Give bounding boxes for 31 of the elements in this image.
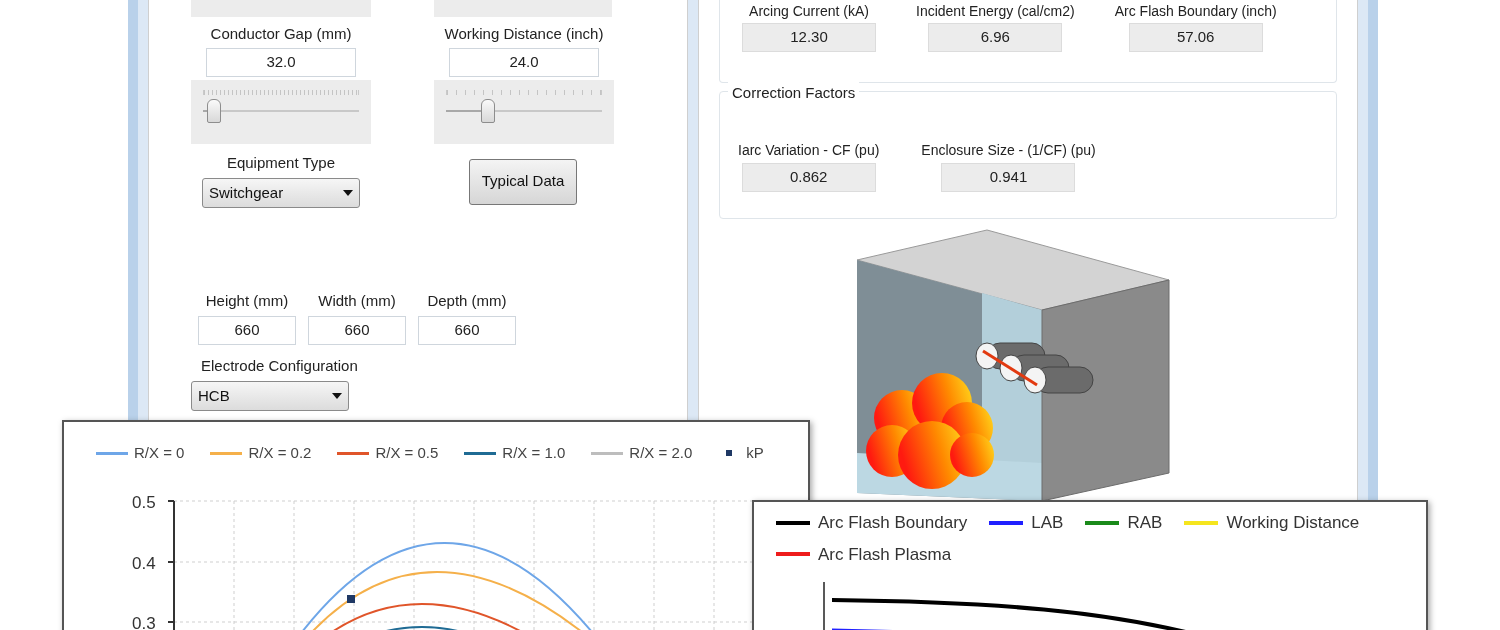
field-label: Depth (mm): [427, 291, 507, 311]
legend-label: LAB: [1031, 512, 1064, 534]
readout-field: 12.30: [742, 23, 876, 52]
legend-label: R/X = 1.0: [502, 443, 566, 463]
field-label: Electrode Configuration: [201, 355, 359, 376]
field-label: Iarc Variation - CF (pu): [738, 141, 880, 160]
readout-field: 6.96: [928, 23, 1063, 52]
field-label: Equipment Type: [226, 152, 336, 173]
field-label: Arcing Current (kA): [749, 2, 869, 21]
legend-label: kP: [746, 443, 764, 463]
legend-label: Arc Flash Plasma: [818, 543, 952, 566]
axis-tick-label: 0.5: [132, 492, 156, 514]
legend-label: Working Distance: [1226, 512, 1360, 534]
legend-label: R/X = 0.2: [248, 443, 312, 463]
axis-tick-label: 0.4: [132, 553, 156, 575]
readout-field: 57.06: [1128, 23, 1263, 52]
field-label: Width (mm): [318, 291, 396, 311]
readout-field: 0.862: [741, 163, 876, 192]
legend-label: R/X = 0: [134, 443, 185, 463]
legend-label: Arc Flash Boundary: [818, 512, 968, 534]
readout-field: 0.941: [941, 163, 1076, 192]
field-label: Arc Flash Boundary (inch): [1114, 2, 1277, 21]
field-label: Enclosure Size - (1/CF) (pu): [921, 141, 1096, 160]
field-label: Incident Energy (cal/cm2): [916, 2, 1075, 21]
legend-label: R/X = 2.0: [629, 443, 693, 463]
field-label: Working Distance (inch): [444, 24, 604, 44]
legend-label: R/X = 0.5: [375, 443, 439, 463]
field-label: Conductor Gap (mm): [210, 24, 352, 44]
axis-tick-label: 0.3: [132, 613, 156, 630]
legend-label: RAB: [1127, 512, 1163, 534]
field-label: Height (mm): [205, 291, 289, 311]
